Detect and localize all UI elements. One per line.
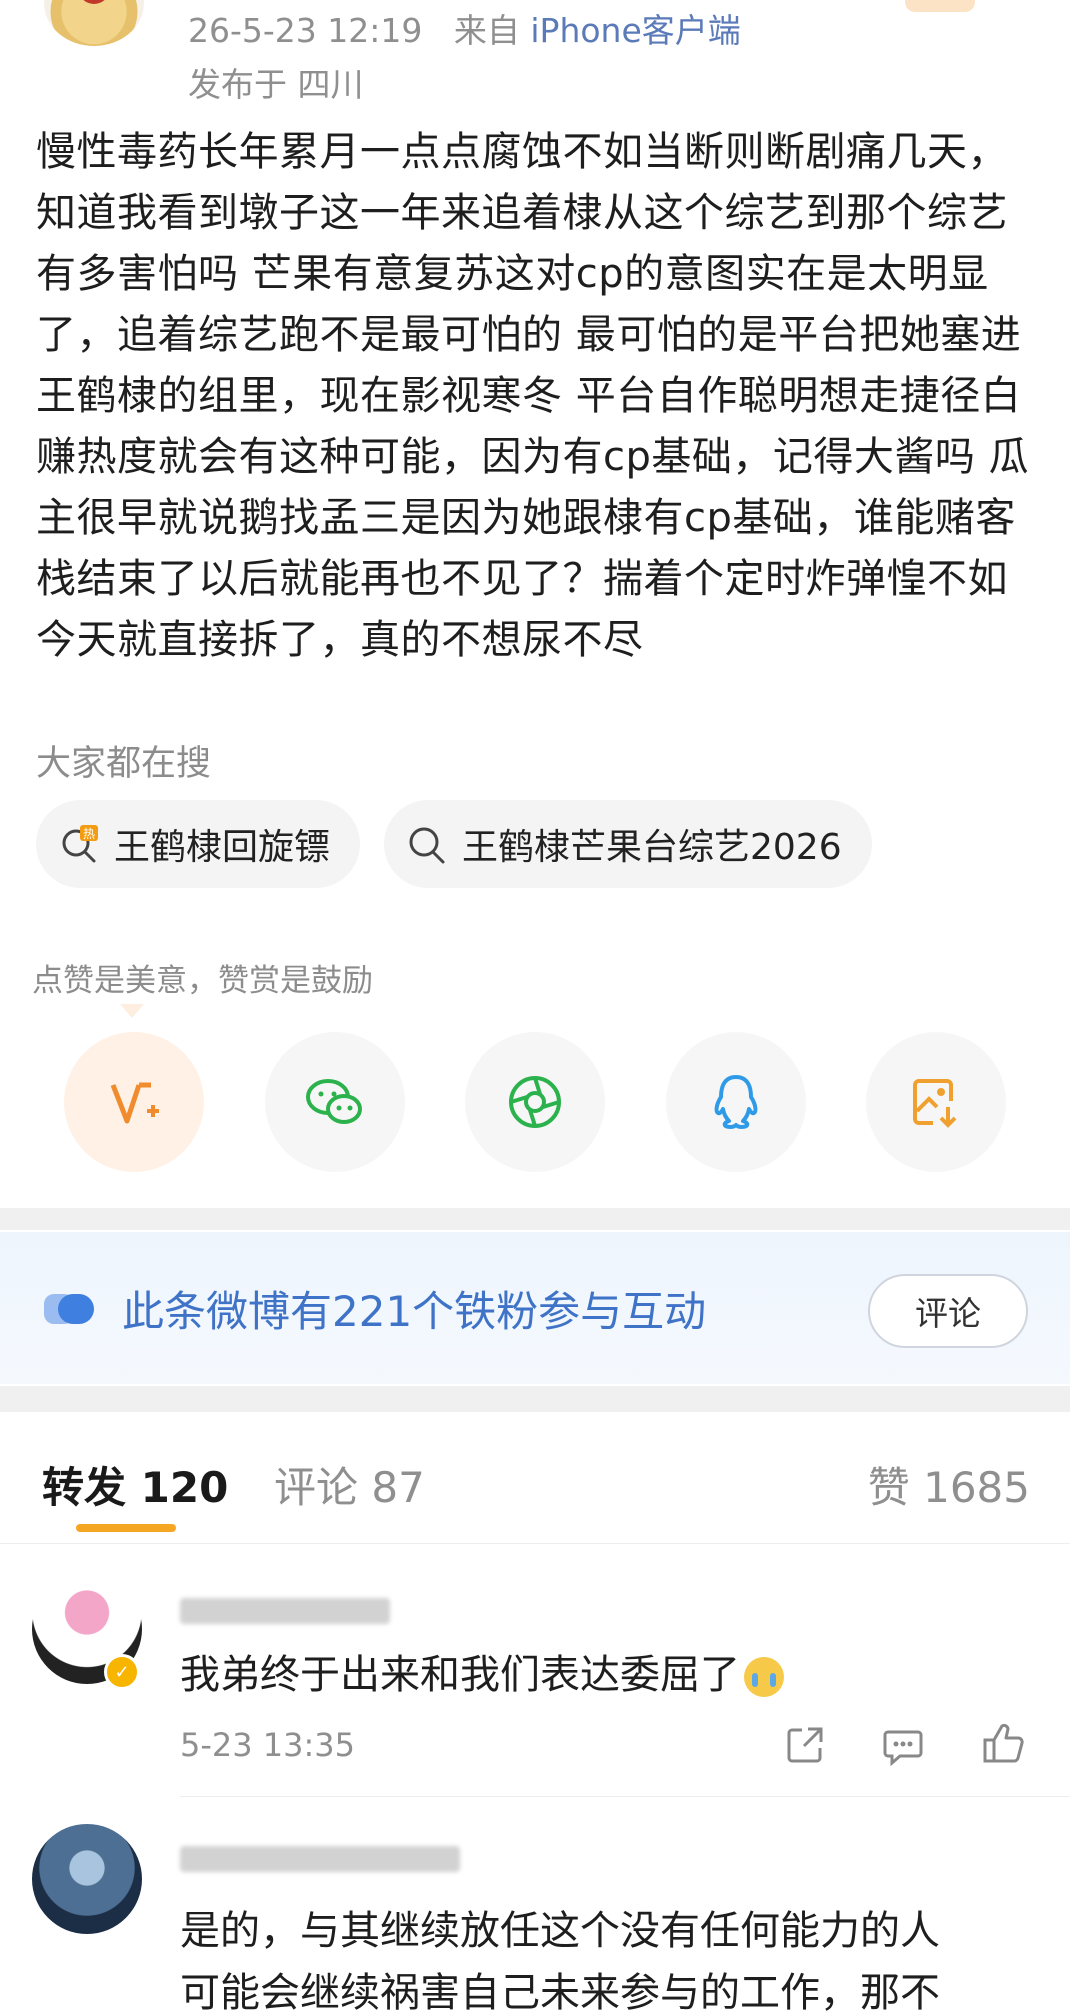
fans-text: 此条微博有221个铁粉参与互动: [122, 1287, 707, 1336]
author-avatar[interactable]: [44, 0, 144, 46]
cry-emoji-icon: [744, 1657, 784, 1697]
tab-repost[interactable]: 转发 120: [42, 1454, 228, 1515]
commenter-name-redacted[interactable]: [180, 1598, 390, 1624]
comment-content: 我弟终于出来和我们表达委屈了: [180, 1652, 740, 1698]
fans-banner: 此条微博有221个铁粉参与互动 评论: [0, 1232, 1070, 1384]
moments-icon: [509, 1076, 561, 1128]
comment-button[interactable]: 评论: [868, 1274, 1028, 1348]
post-meta: 26-5-23 12:19 来自 iPhone客户端: [188, 4, 741, 52]
source-prefix: 来自: [453, 11, 520, 50]
comment-divider: [180, 1796, 1070, 1797]
comment-text-line: 可能会继续祸害自己未来参与的工作，那不: [180, 1970, 940, 2013]
fans-icon: [44, 1294, 94, 1324]
tab-like[interactable]: 赞 1685: [868, 1454, 1030, 1515]
hot-search-chip[interactable]: 热 王鹤棣回旋镖: [36, 800, 360, 888]
like-icon[interactable]: [980, 1720, 1026, 1766]
post-time: 26-5-23 12:19: [188, 11, 423, 50]
post-header: 26-5-23 12:19 来自 iPhone客户端 发布于 四川: [0, 0, 1070, 108]
v-plus-icon: [110, 1082, 159, 1124]
reward-button[interactable]: [64, 1032, 204, 1172]
commenter-avatar[interactable]: [32, 1824, 142, 1934]
wechat-share-button[interactable]: [265, 1032, 405, 1172]
hot-search-icon: 热: [58, 823, 100, 865]
save-image-button[interactable]: [866, 1032, 1006, 1172]
section-divider: [0, 1208, 1070, 1230]
save-image-icon: [913, 1079, 957, 1128]
follow-tag[interactable]: [905, 0, 975, 12]
comment-text-line: 是的，与其继续放任这个没有任何能力的人: [180, 1908, 940, 1954]
tip-arrow: [120, 1004, 144, 1018]
post-location: 发布于 四川: [188, 65, 364, 104]
hot-search-chip[interactable]: 王鹤棣芒果台综艺2026: [384, 800, 872, 888]
moments-share-button[interactable]: [465, 1032, 605, 1172]
repost-icon[interactable]: [782, 1722, 828, 1768]
comment-icon[interactable]: [880, 1722, 926, 1768]
comment-time: 5-23 13:35: [180, 1726, 356, 1764]
reward-tip: 点赞是美意，赞赏是鼓励: [32, 963, 373, 999]
hot-search-title: 大家都在搜: [36, 744, 212, 784]
qq-share-button[interactable]: [666, 1032, 806, 1172]
share-row: [0, 1032, 1070, 1172]
search-icon: [406, 823, 448, 865]
tab-comment[interactable]: 评论 87: [274, 1454, 425, 1515]
hot-search-label: 王鹤棣芒果台综艺2026: [462, 827, 842, 868]
qq-icon: [714, 1075, 758, 1129]
post-source[interactable]: iPhone客户端: [530, 11, 740, 50]
section-divider: [0, 1386, 1070, 1412]
wechat-icon: [306, 1079, 362, 1124]
hot-search-label: 王鹤棣回旋镖: [114, 827, 331, 868]
comment-text: 我弟终于出来和我们表达委屈了: [180, 1642, 784, 1700]
tab-underline: [76, 1524, 176, 1532]
verified-badge-icon: ✓: [104, 1654, 140, 1690]
svg-text:热: 热: [83, 827, 95, 841]
commenter-name-redacted[interactable]: [180, 1846, 460, 1872]
interaction-tabs: 转发 120 评论 87 赞 1685: [0, 1412, 1070, 1544]
post-body: 慢性毒药长年累月一点点腐蚀不如当断则断剧痛几天，知道我看到墩子这一年来追着棣从这…: [36, 129, 1030, 663]
